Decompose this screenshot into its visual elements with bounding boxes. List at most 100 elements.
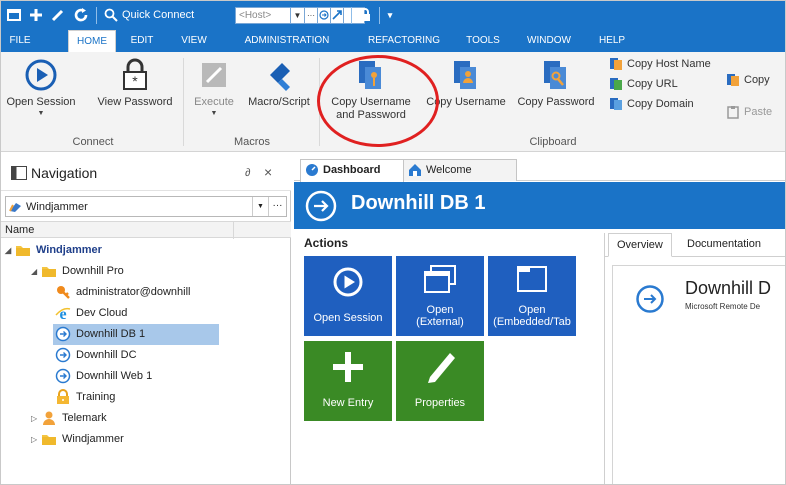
tab-dashboard[interactable]: Dashboard bbox=[300, 159, 404, 182]
copy-url-label: Copy URL bbox=[627, 78, 678, 90]
copy-domain-icon bbox=[610, 98, 622, 111]
menu-help[interactable]: HELP bbox=[595, 30, 629, 52]
navigation-title: Navigation bbox=[31, 165, 98, 181]
open-embedded-tile-label-line1: Open bbox=[518, 304, 546, 316]
entry-header: Downhill DB 1 bbox=[294, 182, 785, 229]
macro-script-icon bbox=[270, 63, 290, 91]
open-session-label: Open Session bbox=[6, 96, 76, 108]
view-password-button[interactable]: * View Password bbox=[95, 58, 175, 109]
copy-host-name-icon bbox=[610, 58, 622, 71]
tab-overview[interactable]: Overview bbox=[608, 233, 672, 257]
tree-item-telemark[interactable]: ▷ Telemark bbox=[31, 408, 107, 429]
lock-icon[interactable] bbox=[358, 6, 372, 25]
expanded-arrow-icon[interactable]: ◢ bbox=[31, 261, 41, 282]
connect-group-label: Connect bbox=[72, 136, 114, 148]
open-session-tile-label: Open Session bbox=[313, 312, 383, 324]
rdp-type-icon[interactable] bbox=[317, 7, 331, 24]
host-dropdown[interactable]: ▼ bbox=[290, 7, 305, 24]
overview-card: Downhill D Microsoft Remote De bbox=[612, 265, 785, 484]
tree-item-downhill-db-1[interactable]: Downhill DB 1 bbox=[53, 324, 219, 345]
collapsed-arrow-icon[interactable]: ▷ bbox=[31, 429, 41, 450]
tree-item-windjammer[interactable]: ▷ Windjammer bbox=[31, 429, 124, 450]
rdp-icon bbox=[305, 190, 337, 222]
pin-icon[interactable]: ∂ bbox=[245, 167, 250, 179]
open-embedded-tile[interactable]: Open (Embedded/Tab bbox=[488, 256, 576, 336]
close-icon[interactable]: × bbox=[264, 164, 272, 180]
new-entry-tile-label: New Entry bbox=[322, 397, 374, 409]
overview-card-subtitle: Microsoft Remote De bbox=[685, 302, 761, 311]
chevron-down-icon[interactable]: ▼ bbox=[252, 197, 268, 216]
details-tabs: Overview Documentation bbox=[605, 233, 785, 257]
group-separator bbox=[183, 58, 184, 146]
open-session-tile[interactable]: Open Session bbox=[304, 256, 392, 336]
view-password-label: View Password bbox=[97, 96, 173, 108]
menu-edit[interactable]: EDIT bbox=[125, 30, 159, 52]
vault-name: Windjammer bbox=[26, 201, 88, 213]
tree-item-administrator[interactable]: administrator@downhill bbox=[55, 282, 191, 303]
internet-explorer-icon: e bbox=[55, 306, 71, 321]
vault-selector[interactable]: Windjammer ▼ ··· bbox=[5, 196, 287, 217]
copy-password-label: Copy Password bbox=[517, 96, 595, 108]
tree-item-windjammer-root[interactable]: ◢ Windjammer bbox=[5, 240, 102, 261]
menu-home[interactable]: HOME bbox=[68, 30, 116, 52]
tree-item-downhill-dc[interactable]: Downhill DC bbox=[55, 345, 137, 366]
name-column-label: Name bbox=[5, 224, 35, 236]
customize-toolbar-icon[interactable]: ▾ bbox=[385, 6, 395, 25]
tree-item-downhill-web-1[interactable]: Downhill Web 1 bbox=[55, 366, 152, 387]
properties-tile[interactable]: Properties bbox=[396, 341, 484, 421]
menu-window[interactable]: WINDOW bbox=[523, 30, 575, 52]
tree-item-label: Downhill DC bbox=[76, 349, 137, 361]
paste-button[interactable]: Paste bbox=[726, 103, 772, 121]
copy-button[interactable]: Copy bbox=[726, 71, 770, 89]
tree-item-downhill-pro[interactable]: ◢ Downhill Pro bbox=[31, 261, 124, 282]
expanded-arrow-icon[interactable]: ◢ bbox=[5, 240, 15, 261]
column-divider[interactable] bbox=[233, 222, 234, 239]
macro-script-label: Macro/Script bbox=[248, 96, 310, 108]
menu-file[interactable]: FILE bbox=[3, 30, 37, 52]
tree-item-label: Downhill DB 1 bbox=[76, 328, 146, 340]
menu-refactoring[interactable]: REFACTORING bbox=[356, 30, 452, 52]
tree-item-dev-cloud[interactable]: e Dev Cloud bbox=[55, 303, 127, 324]
execute-button[interactable]: Execute ▼ bbox=[187, 58, 241, 117]
macro-script-button[interactable]: Macro/Script bbox=[244, 58, 314, 109]
copy-host-name-button[interactable]: Copy Host Name bbox=[609, 55, 711, 73]
edit-pencil-icon[interactable] bbox=[51, 6, 65, 25]
tab-dashboard-label: Dashboard bbox=[323, 164, 381, 176]
user-icon bbox=[43, 411, 55, 426]
menu-administration[interactable]: ADMINISTRATION bbox=[231, 30, 343, 52]
open-external-tile-label-line2: (External) bbox=[416, 316, 464, 328]
connect-arrow-icon[interactable] bbox=[330, 7, 344, 24]
execute-label: Execute bbox=[194, 96, 234, 108]
copy-host-name-label: Copy Host Name bbox=[627, 58, 711, 70]
menu-tools[interactable]: TOOLS bbox=[463, 30, 503, 52]
play-icon bbox=[333, 267, 363, 297]
tree-column-header[interactable]: Name bbox=[1, 221, 291, 239]
tree-item-label: Downhill Web 1 bbox=[76, 370, 153, 382]
copy-password-button[interactable]: Copy Password bbox=[513, 58, 599, 109]
search-icon[interactable] bbox=[104, 6, 118, 25]
vault-more-button[interactable]: ··· bbox=[268, 197, 286, 216]
tab-documentation[interactable]: Documentation bbox=[679, 233, 769, 257]
rdp-icon bbox=[55, 368, 71, 384]
app-window: Quick Connect <Host> ▼ ··· ▾ FILE HOME E… bbox=[0, 0, 786, 485]
quick-access-toolbar: Quick Connect <Host> ▼ ··· ▾ bbox=[1, 1, 785, 30]
open-session-button[interactable]: Open Session ▼ bbox=[5, 58, 77, 117]
copy-password-icon bbox=[544, 61, 566, 89]
dropdown-caret-icon: ▼ bbox=[210, 110, 218, 117]
tree-item-training[interactable]: Training bbox=[55, 387, 115, 408]
new-entry-tile[interactable]: New Entry bbox=[304, 341, 392, 421]
properties-tile-label: Properties bbox=[414, 397, 466, 409]
tab-welcome[interactable]: Welcome bbox=[403, 159, 517, 181]
add-icon[interactable] bbox=[29, 6, 43, 25]
copy-label: Copy bbox=[744, 74, 770, 86]
window-icon[interactable] bbox=[7, 6, 21, 25]
open-external-tile[interactable]: Open (External) bbox=[396, 256, 484, 336]
collapsed-arrow-icon[interactable]: ▷ bbox=[31, 408, 41, 429]
copy-domain-button[interactable]: Copy Domain bbox=[609, 95, 694, 113]
svg-text:*: * bbox=[132, 73, 138, 89]
menu-view[interactable]: VIEW bbox=[177, 30, 211, 52]
ribbon-tab-bar: FILE HOME EDIT VIEW ADMINISTRATION REFAC… bbox=[1, 30, 785, 52]
refresh-icon[interactable] bbox=[73, 6, 89, 25]
more-button[interactable]: ··· bbox=[304, 7, 318, 24]
copy-url-button[interactable]: Copy URL bbox=[609, 75, 678, 93]
